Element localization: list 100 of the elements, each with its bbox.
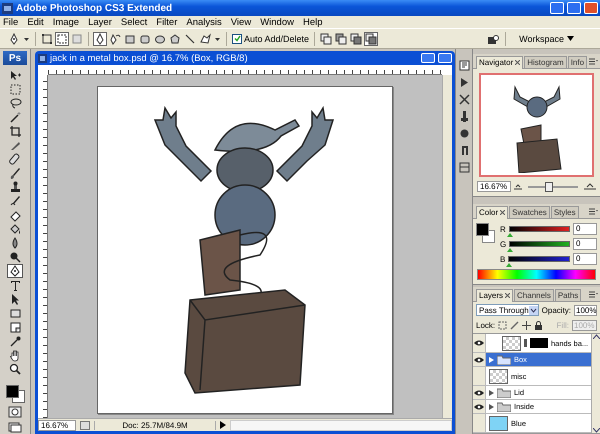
layer-thumbnail	[502, 336, 521, 350]
zoom-in-icon[interactable]	[584, 183, 596, 190]
expand-arrow-icon[interactable]	[489, 404, 494, 410]
visibility-toggle[interactable]	[473, 414, 486, 432]
horizontal-scrollbar[interactable]	[230, 420, 452, 430]
opacity-field[interactable]: 100%	[574, 304, 598, 316]
quick-mask-icon[interactable]	[8, 406, 22, 418]
hand-icon	[8, 348, 22, 362]
panel-tab[interactable]: Info	[568, 56, 588, 68]
expand-arrow-icon[interactable]	[489, 356, 494, 362]
maximize-button[interactable]	[438, 53, 452, 63]
menu-item[interactable]: Window	[259, 16, 295, 28]
menu-item[interactable]: Help	[302, 16, 324, 28]
panel-tab[interactable]: Navigator	[476, 56, 524, 69]
tool-presets-icon[interactable]	[458, 93, 470, 106]
history-icon	[8, 194, 22, 208]
menu-item[interactable]: Select	[120, 16, 148, 28]
menu-item[interactable]: Analysis	[185, 16, 223, 28]
shape-layers-icon[interactable]	[41, 32, 53, 44]
channel-label: R	[500, 224, 506, 234]
panel-tab[interactable]: Paths	[554, 289, 582, 301]
visibility-toggle[interactable]	[473, 400, 486, 413]
lock-transparency-icon[interactable]	[498, 321, 508, 330]
minimize-button[interactable]	[550, 2, 564, 14]
line-tool-icon[interactable]	[184, 32, 196, 44]
close-icon[interactable]	[505, 293, 510, 298]
lock-brush-icon[interactable]	[510, 321, 520, 330]
menu-item[interactable]: Layer	[87, 16, 113, 28]
minimize-button[interactable]	[421, 53, 435, 63]
menu-item[interactable]: Edit	[26, 16, 45, 28]
expand-arrow-icon[interactable]	[489, 390, 494, 396]
zoom-tool[interactable]	[7, 362, 23, 376]
status-icon[interactable]	[80, 420, 90, 430]
visibility-toggle[interactable]	[473, 334, 486, 352]
pen-tool-icon[interactable]	[94, 32, 106, 44]
vertical-scrollbar[interactable]	[591, 334, 600, 433]
paths-icon[interactable]	[56, 32, 68, 44]
scroll-up-icon[interactable]	[592, 334, 600, 339]
maximize-button[interactable]	[567, 2, 581, 14]
rounded-rectangle-icon[interactable]	[139, 32, 151, 44]
visibility-toggle[interactable]	[473, 386, 486, 399]
pen-tool[interactable]	[7, 264, 23, 278]
panel-tab[interactable]: Histogram	[524, 56, 567, 68]
panel-tab[interactable]: Layers	[476, 289, 514, 302]
window-title: Adobe Photoshop CS3 Extended	[16, 2, 174, 14]
channel-value-field[interactable]: 0	[573, 238, 597, 250]
close-button[interactable]	[584, 2, 598, 14]
menu-item[interactable]: Image	[52, 16, 80, 28]
pen-tool-icon[interactable]	[8, 32, 20, 44]
crop-tool[interactable]	[7, 124, 23, 138]
zoom-out-icon[interactable]	[514, 184, 522, 190]
menu-item[interactable]: View	[230, 16, 252, 28]
channel-value-field[interactable]: 0	[573, 253, 597, 265]
polygon-tool-icon[interactable]	[169, 32, 181, 44]
channel-value-field[interactable]: 0	[573, 223, 597, 235]
wand-icon	[8, 110, 22, 124]
layer-comps-icon[interactable]	[458, 161, 470, 174]
file-browser-icon[interactable]	[487, 32, 500, 44]
visibility-toggle[interactable]	[473, 353, 486, 366]
close-icon[interactable]	[500, 210, 506, 215]
panel-tab[interactable]: Swatches	[509, 206, 550, 218]
panel-menu-icon[interactable]	[589, 291, 598, 298]
color-swatches[interactable]	[476, 223, 496, 245]
new-area-icon[interactable]	[320, 32, 332, 44]
lock-label: Lock:	[476, 321, 496, 330]
visibility-toggle[interactable]	[473, 367, 486, 385]
intersect-area-icon[interactable]	[365, 32, 378, 44]
history-panel-icon[interactable]	[458, 59, 470, 72]
panel-menu-icon[interactable]	[589, 208, 598, 215]
panel-tab[interactable]: Color	[476, 206, 508, 219]
add-area-icon[interactable]	[335, 32, 348, 44]
color-spectrum[interactable]	[477, 269, 596, 280]
zoom-field[interactable]: 16.67%	[477, 181, 511, 192]
slider-thumb[interactable]	[545, 182, 553, 192]
eye-icon	[474, 356, 484, 362]
subtract-area-icon[interactable]	[350, 32, 362, 44]
scroll-down-icon[interactable]	[592, 428, 600, 433]
screen-mode-icon[interactable]	[8, 421, 22, 433]
blend-mode-dropdown[interactable]: Pass Through	[476, 304, 539, 316]
play-icon[interactable]	[220, 421, 226, 429]
custom-shape-icon[interactable]	[199, 32, 211, 44]
layer-mask-thumbnail	[530, 338, 548, 348]
workspace-menu[interactable]: Workspace	[511, 34, 582, 44]
padlock-icon[interactable]	[534, 321, 544, 330]
panel-tab[interactable]: Styles	[550, 206, 579, 218]
eye-icon	[474, 404, 484, 410]
close-icon[interactable]	[515, 60, 520, 65]
zoom-field[interactable]: 16.67%	[38, 420, 76, 430]
menu-item[interactable]: Filter	[155, 16, 178, 28]
ellipse-tool-icon[interactable]	[154, 32, 166, 44]
lock-move-icon[interactable]	[522, 321, 532, 330]
rectangle-tool-icon[interactable]	[124, 32, 136, 44]
panel-tab[interactable]: Channels	[514, 289, 554, 301]
menu-item[interactable]: File	[2, 16, 20, 28]
auto-add-delete-checkbox[interactable]: Auto Add/Delete	[232, 34, 310, 44]
vertical-scrollbar[interactable]	[442, 75, 452, 418]
caret-icon	[567, 36, 574, 41]
clone-source-icon[interactable]	[458, 127, 470, 140]
freeform-pen-icon[interactable]	[109, 32, 121, 44]
panel-menu-icon[interactable]	[589, 58, 598, 65]
